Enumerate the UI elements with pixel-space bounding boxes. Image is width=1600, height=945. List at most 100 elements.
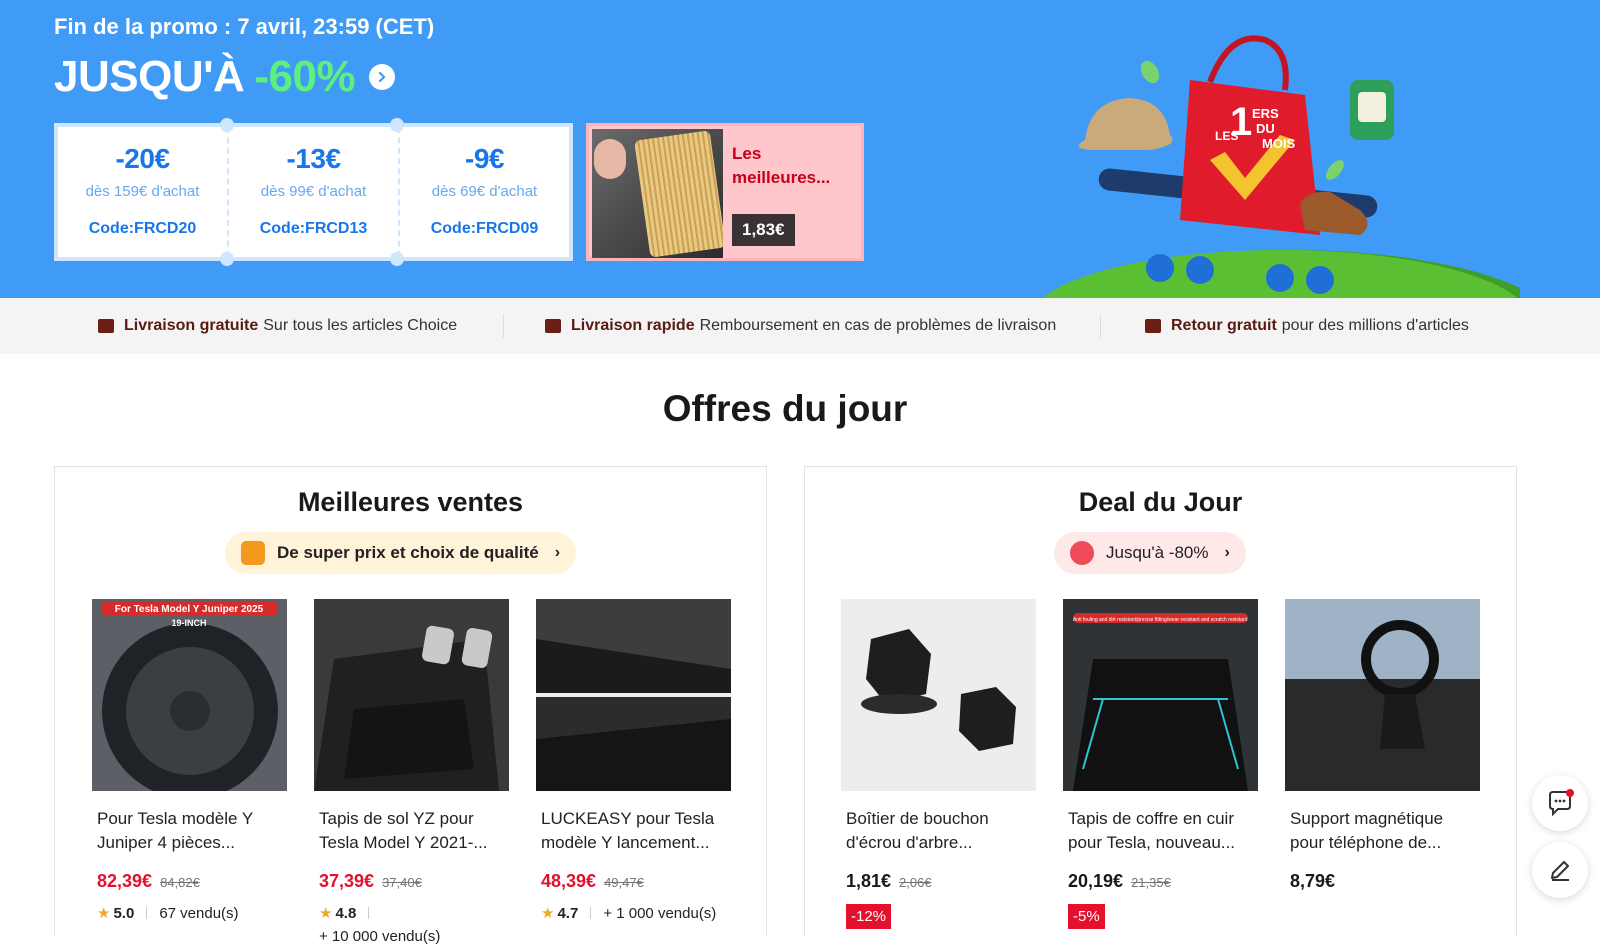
- benefit-text: pour des millions d'articles: [1281, 317, 1469, 334]
- coupon-notch: [390, 118, 404, 132]
- product-name[interactable]: LUCKEASY pour Tesla modèle Y lancement..…: [541, 807, 726, 855]
- brush-shape: [634, 130, 723, 258]
- product-sold: + 10 000 vendu(s): [319, 928, 441, 945]
- product-rating: 4.8: [335, 904, 357, 922]
- clock-icon: [1070, 541, 1094, 565]
- product-name[interactable]: Tapis de coffre en cuir pour Tesla, nouv…: [1068, 807, 1253, 855]
- coupon-notch: [220, 118, 234, 132]
- product-sold: 67 vendu(s): [159, 904, 239, 922]
- pill-label: De super prix et choix de qualité: [277, 543, 539, 562]
- product-image-caption: For Tesla Model Y Juniper 2025: [115, 604, 264, 615]
- product-name[interactable]: Support magnétique pour téléphone de...: [1290, 807, 1475, 855]
- product-image[interactable]: [536, 599, 731, 791]
- divider: [1100, 314, 1101, 338]
- pill-label: Jusqu'à -80%: [1106, 543, 1209, 562]
- coupon-condition: dès 69€ d'achat: [431, 183, 538, 200]
- product-card[interactable]: Anti fouling and dirt resistant/precise …: [1063, 599, 1258, 929]
- coupon-amount: -9€: [465, 143, 504, 174]
- product-old-price: 37,40€: [382, 875, 422, 890]
- product-image-caption: Anti fouling and dirt resistant/precise …: [1073, 617, 1248, 623]
- product-old-price: 49,47€: [604, 875, 644, 890]
- headline-percent: -60%: [254, 52, 356, 101]
- product-image[interactable]: Anti fouling and dirt resistant/precise …: [1063, 599, 1258, 791]
- benefit-text: Remboursement en cas de problèmes de liv…: [699, 317, 1057, 334]
- svg-text:LES: LES: [1215, 129, 1238, 143]
- product-card[interactable]: Support magnétique pour téléphone de... …: [1285, 599, 1480, 892]
- benefit-text: Sur tous les articles Choice: [263, 317, 458, 334]
- coupon-notch: [390, 252, 404, 266]
- box-icon: [545, 319, 561, 333]
- product-card[interactable]: Tapis de sol YZ pour Tesla Model Y 2021-…: [314, 599, 509, 945]
- product-image[interactable]: [841, 599, 1036, 791]
- coupon-strip: -20€ dès 159€ d'achat Code:FRCD20 -13€ d…: [54, 118, 573, 266]
- product-price: 37,39€: [319, 871, 375, 891]
- coupon-card[interactable]: -13€ dès 99€ d'achat Code:FRCD13: [227, 127, 398, 257]
- product-name[interactable]: Tapis de sol YZ pour Tesla Model Y 2021-…: [319, 807, 504, 855]
- benefit-free-shipping[interactable]: Livraison gratuite Sur tous les articles…: [98, 298, 457, 354]
- coupon-condition: dès 159€ d'achat: [85, 183, 200, 200]
- product-old-price: 2,06€: [899, 875, 932, 890]
- promo-banner[interactable]: Fin de la promo : 7 avril, 23:59 (CET) J…: [0, 0, 1600, 298]
- brush-product-image: [592, 129, 723, 258]
- product-sold: + 1 000 vendu(s): [603, 904, 717, 922]
- divider: [368, 907, 370, 919]
- product-card[interactable]: LUCKEASY pour Tesla modèle Y lancement..…: [536, 599, 731, 922]
- star-icon: ★: [319, 905, 333, 922]
- hero-illustration: 1 ERS DU LES MOIS: [1042, 35, 1520, 298]
- best-deals-card[interactable]: Les meilleures... 1,83€: [586, 123, 864, 261]
- benefits-bar: Livraison gratuite Sur tous les articles…: [0, 298, 1600, 354]
- panel-title[interactable]: Deal du Jour: [805, 487, 1516, 518]
- divider: [590, 907, 592, 919]
- product-rating: 4.7: [557, 904, 579, 922]
- chat-button[interactable]: [1532, 775, 1588, 831]
- coupon-condition: dès 99€ d'achat: [260, 183, 367, 200]
- product-price: 82,39€: [97, 871, 153, 891]
- chevron-right-icon: ›: [554, 544, 561, 561]
- feedback-button[interactable]: [1532, 842, 1588, 898]
- coupon-notch: [220, 252, 234, 266]
- product-name[interactable]: Pour Tesla modèle Y Juniper 4 pièces...: [97, 807, 282, 855]
- discount-badge: -5%: [1068, 904, 1105, 929]
- chevron-right-icon: ›: [1224, 544, 1230, 561]
- product-image[interactable]: For Tesla Model Y Juniper 2025 19-INCH: [92, 599, 287, 791]
- chevron-right-icon[interactable]: [369, 64, 396, 90]
- product-card[interactable]: Boîtier de bouchon d'écrou d'arbre... 1,…: [841, 599, 1036, 929]
- benefit-title: Retour gratuit: [1171, 317, 1277, 334]
- deal-of-day-panel: Deal du Jour Jusqu'à -80% › Boîtier de b…: [804, 466, 1517, 936]
- shopping-bag-icon: [241, 541, 265, 565]
- best-deals-label: Les meilleures...: [732, 144, 831, 187]
- offers-title: Offres du jour: [662, 388, 908, 429]
- product-image-subcaption: 19-INCH: [171, 618, 206, 628]
- benefit-free-return[interactable]: Retour gratuit pour des millions d'artic…: [1145, 298, 1469, 354]
- deal-pill-button[interactable]: Jusqu'à -80% ›: [1054, 532, 1246, 574]
- divider: [503, 314, 504, 338]
- promo-end-text: Fin de la promo : 7 avril, 23:59 (CET): [54, 14, 435, 39]
- coupon-card[interactable]: -9€ dès 69€ d'achat Code:FRCD09: [398, 127, 569, 257]
- product-card[interactable]: For Tesla Model Y Juniper 2025 19-INCH P…: [92, 599, 287, 922]
- panel-title[interactable]: Meilleures ventes: [55, 487, 766, 518]
- coupon-amount: -20€: [115, 143, 170, 174]
- star-icon: ★: [97, 905, 111, 922]
- coupon-code: Code:FRCD09: [430, 220, 539, 237]
- best-sellers-panel: Meilleures ventes De super prix et choix…: [54, 466, 767, 945]
- finger-shape: [594, 139, 626, 179]
- product-image[interactable]: [1285, 599, 1480, 791]
- divider: [146, 907, 148, 919]
- coupon-card[interactable]: -20€ dès 159€ d'achat Code:FRCD20: [58, 127, 227, 257]
- product-old-price: 84,82€: [160, 875, 200, 890]
- chat-icon: [1549, 789, 1574, 817]
- product-name[interactable]: Boîtier de bouchon d'écrou d'arbre...: [846, 807, 1031, 855]
- free-shipping-truck-icon: [98, 319, 114, 333]
- benefit-fast-delivery[interactable]: Livraison rapide Remboursement en cas de…: [545, 298, 1056, 354]
- return-icon: [1145, 319, 1161, 333]
- product-price: 1,81€: [846, 871, 892, 891]
- discount-badge: -12%: [846, 904, 892, 929]
- product-price: 20,19€: [1068, 871, 1124, 891]
- quality-pill-button[interactable]: De super prix et choix de qualité ›: [225, 532, 577, 574]
- promo-headline[interactable]: JUSQU'À -60%: [54, 52, 396, 102]
- product-price: 48,39€: [541, 871, 597, 891]
- product-image[interactable]: [314, 599, 509, 791]
- svg-text:MOIS: MOIS: [1262, 136, 1296, 151]
- coupon-amount: -13€: [286, 143, 341, 174]
- product-price: 8,79€: [1290, 871, 1336, 891]
